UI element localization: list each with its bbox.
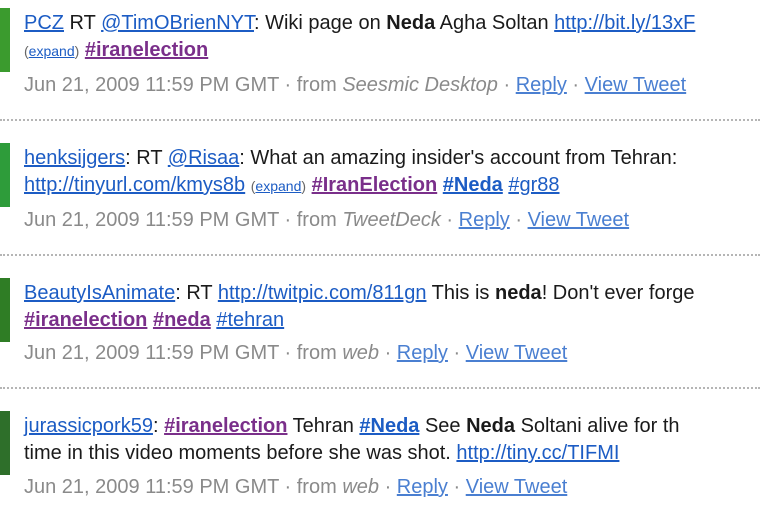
hashtag-link[interactable]: #IranElection (312, 174, 438, 196)
hashtag-link[interactable]: #gr88 (508, 174, 559, 196)
timestamp: Jun 21, 2009 11:59 PM GMT (24, 342, 279, 364)
source: web (342, 342, 380, 364)
url-link[interactable]: http://tiny.cc/TIFMI (456, 442, 619, 464)
divider (0, 254, 760, 256)
tweet-text: BeautyIsAnimate: RT http://twitpic.com/8… (24, 282, 695, 304)
username-link[interactable]: PCZ (24, 12, 64, 34)
avatar[interactable] (0, 8, 10, 72)
tweet-text-line2: time in this video moments before she wa… (24, 442, 620, 464)
hashtag-link[interactable]: #iranelection (24, 309, 147, 331)
hashtag-link[interactable]: #tehran (216, 309, 284, 331)
tweet-meta: Jun 21, 2009 11:59 PM GMT · from TweetDe… (24, 209, 630, 231)
username-link[interactable]: BeautyIsAnimate (24, 282, 175, 304)
username-link[interactable]: henksijgers (24, 147, 125, 169)
tweet-text: jurassicpork59: #iranelection Tehran #Ne… (24, 415, 680, 437)
tweet-text: henksijgers: RT @Risaa: What an amazing … (24, 147, 678, 169)
expand-link[interactable]: expand (29, 43, 75, 59)
timestamp: Jun 21, 2009 11:59 PM GMT (24, 74, 279, 96)
hashtag-link[interactable]: #Neda (443, 174, 503, 196)
view-tweet-link[interactable]: View Tweet (466, 476, 568, 498)
divider (0, 387, 760, 389)
timestamp: Jun 21, 2009 11:59 PM GMT (24, 476, 279, 498)
url-link[interactable]: http://twitpic.com/811gn (218, 282, 427, 304)
source: Seesmic Desktop (342, 74, 498, 96)
view-tweet-link[interactable]: View Tweet (466, 342, 568, 364)
expand-link[interactable]: expand (255, 178, 301, 194)
view-tweet-link[interactable]: View Tweet (528, 209, 630, 231)
avatar[interactable] (0, 411, 10, 475)
view-tweet-link[interactable]: View Tweet (585, 74, 687, 96)
timestamp: Jun 21, 2009 11:59 PM GMT (24, 209, 279, 231)
hashtag-link[interactable]: #Neda (359, 415, 419, 437)
tweet-text-line2: #iranelection #neda #tehran (24, 307, 284, 333)
source: TweetDeck (342, 209, 441, 231)
hashtag-link[interactable]: #iranelection (85, 39, 208, 61)
reply-link[interactable]: Reply (397, 476, 448, 498)
mention-link[interactable]: @Risaa (168, 147, 239, 169)
divider (0, 119, 760, 121)
avatar[interactable] (0, 278, 10, 342)
tweet-meta: Jun 21, 2009 11:59 PM GMT · from web · R… (24, 476, 568, 498)
highlight: Neda (466, 415, 516, 437)
mention-link[interactable]: @TimOBrienNYT (101, 12, 254, 34)
tweet-meta: Jun 21, 2009 11:59 PM GMT · from Seesmic… (24, 74, 687, 96)
username-link[interactable]: jurassicpork59 (24, 415, 153, 437)
url-link[interactable]: http://bit.ly/13xF (554, 12, 695, 34)
highlight: Neda (386, 12, 436, 34)
avatar[interactable] (0, 143, 10, 207)
reply-link[interactable]: Reply (397, 342, 448, 364)
hashtag-link[interactable]: #iranelection (164, 415, 287, 437)
hashtag-link[interactable]: #neda (153, 309, 211, 331)
tweet-text-line2: http://tinyurl.com/kmys8b (expand) #Iran… (24, 174, 560, 196)
reply-link[interactable]: Reply (459, 209, 510, 231)
tweet-text: PCZ RT @TimOBrienNYT: Wiki page on Neda … (24, 12, 696, 34)
highlight: neda (495, 282, 542, 304)
tweet-text-line2: (expand) #iranelection (24, 39, 209, 61)
source: web (342, 476, 380, 498)
tweet-meta: Jun 21, 2009 11:59 PM GMT · from web · R… (24, 342, 568, 364)
reply-link[interactable]: Reply (516, 74, 567, 96)
url-link[interactable]: http://tinyurl.com/kmys8b (24, 174, 245, 196)
